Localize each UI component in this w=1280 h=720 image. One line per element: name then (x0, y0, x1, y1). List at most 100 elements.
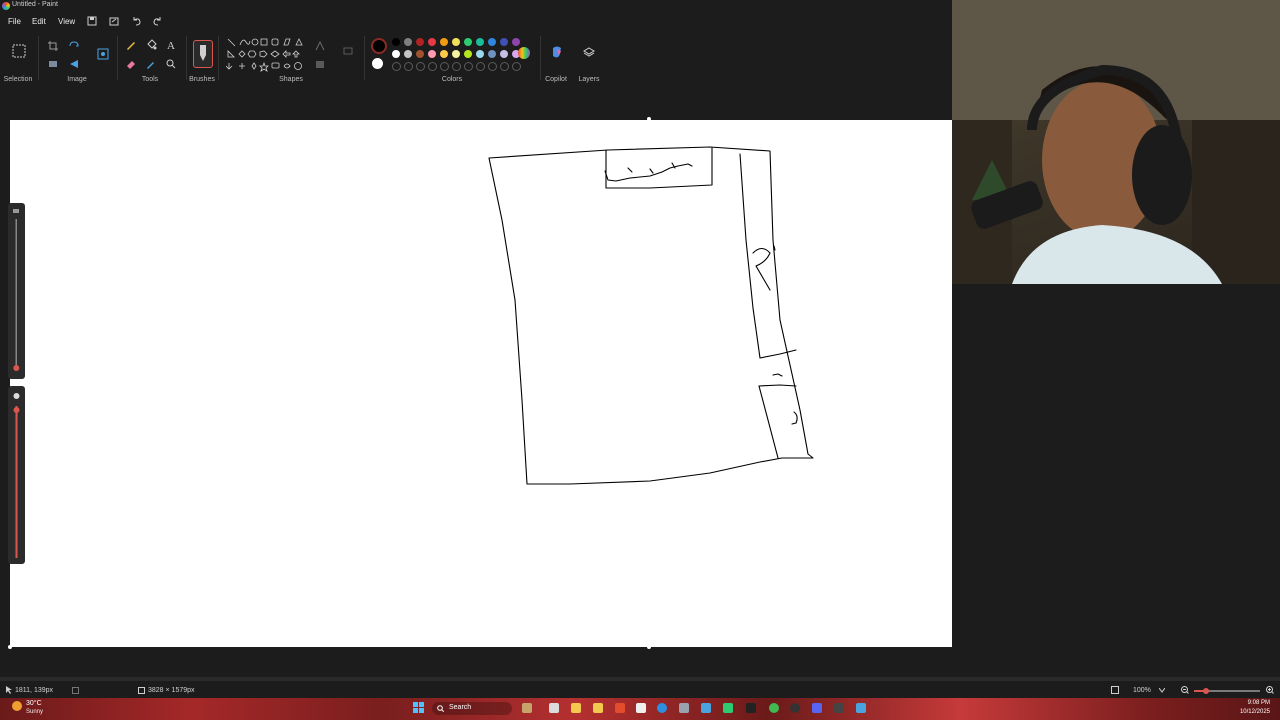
taskbar-search[interactable]: Search (432, 702, 512, 715)
chevron-down-icon[interactable] (1159, 688, 1165, 693)
sketch-drawing (488, 146, 814, 485)
weather-temp: 30°C (26, 700, 42, 707)
terminal-icon[interactable] (746, 703, 756, 713)
color-swatch[interactable] (404, 50, 412, 58)
folder-icon[interactable] (593, 703, 603, 713)
store-icon[interactable] (636, 703, 646, 713)
color-swatch[interactable] (500, 38, 508, 46)
redo-icon[interactable] (151, 15, 163, 27)
custom-color-slot[interactable] (392, 62, 401, 71)
menu-file[interactable]: File (8, 17, 21, 26)
color-swatch[interactable] (392, 50, 400, 58)
edit-colors-icon[interactable] (517, 46, 531, 60)
paint-taskbar-icon[interactable] (856, 703, 866, 713)
spotify-icon[interactable] (769, 703, 779, 713)
resize-handle-top[interactable] (647, 117, 651, 121)
shapes-gallery[interactable] (226, 37, 306, 75)
weather-icon[interactable] (10, 700, 24, 712)
menu-view[interactable]: View (58, 17, 75, 26)
color-swatch[interactable] (428, 38, 436, 46)
secondary-color-swatch[interactable] (372, 58, 383, 69)
zoom-out-icon[interactable] (1181, 686, 1189, 694)
settings-icon[interactable] (679, 703, 689, 713)
zoom-in-icon[interactable] (1266, 686, 1274, 694)
shape-fill-icon[interactable] (314, 58, 326, 70)
status-bar: 1811, 139px 3828 × 1579px 100% (0, 681, 1280, 698)
resize-handle-bottom[interactable] (647, 645, 651, 649)
copilot-icon[interactable] (550, 45, 564, 59)
color-swatch[interactable] (440, 38, 448, 46)
cursor-icon (6, 686, 12, 694)
drawing-canvas[interactable] (10, 120, 952, 647)
xbox-icon[interactable] (723, 703, 733, 713)
color-swatch[interactable] (428, 50, 436, 58)
webcam-person-image (952, 0, 1280, 284)
fit-to-window-icon[interactable] (1111, 686, 1119, 694)
magnifier-icon[interactable] (165, 58, 177, 70)
color-picker-icon[interactable] (145, 58, 157, 70)
custom-color-slot[interactable] (512, 62, 521, 71)
task-view-icon[interactable] (522, 703, 532, 713)
color-swatch[interactable] (476, 38, 484, 46)
color-swatch[interactable] (440, 50, 448, 58)
image-remove-bg-icon[interactable] (96, 47, 110, 61)
custom-color-slot[interactable] (464, 62, 473, 71)
brush-size-slider[interactable] (8, 203, 25, 379)
zoom-level[interactable]: 100% (1133, 687, 1151, 694)
color-swatch[interactable] (392, 38, 400, 46)
rotate-icon[interactable] (68, 40, 80, 52)
menu-edit[interactable]: Edit (32, 17, 46, 26)
color-swatch[interactable] (452, 50, 460, 58)
paint-app-icon (2, 2, 10, 10)
color-swatch[interactable] (464, 38, 472, 46)
custom-color-slot[interactable] (500, 62, 509, 71)
color-swatch[interactable] (404, 38, 412, 46)
discord-icon[interactable] (812, 703, 822, 713)
color-swatch[interactable] (512, 38, 520, 46)
fill-bucket-icon[interactable] (145, 39, 157, 51)
opacity-slider[interactable] (8, 386, 25, 564)
windows-start-icon[interactable] (413, 702, 424, 713)
share-icon[interactable] (108, 15, 120, 27)
color-swatch[interactable] (464, 50, 472, 58)
brush-button[interactable] (193, 40, 213, 68)
shape-outline-icon[interactable] (314, 40, 326, 52)
custom-color-slot[interactable] (440, 62, 449, 71)
zoom-slider[interactable] (1194, 688, 1260, 694)
pencil-icon[interactable] (125, 39, 137, 51)
color-swatch[interactable] (416, 50, 424, 58)
layers-icon[interactable] (583, 46, 595, 58)
color-swatch[interactable] (416, 38, 424, 46)
color-swatch[interactable] (488, 50, 496, 58)
custom-color-slot[interactable] (404, 62, 413, 71)
custom-color-slot[interactable] (428, 62, 437, 71)
color-swatch[interactable] (500, 50, 508, 58)
eraser-icon[interactable] (125, 58, 137, 70)
color-swatch[interactable] (476, 50, 484, 58)
save-icon[interactable] (86, 15, 98, 27)
steam-icon[interactable] (701, 703, 711, 713)
edge-browser-icon[interactable] (657, 703, 667, 713)
text-icon[interactable]: A (165, 39, 177, 51)
obs-icon[interactable] (790, 703, 800, 713)
clock-date[interactable]: 10/12/2025 (1232, 709, 1270, 715)
taskbar-app2-icon[interactable] (834, 703, 844, 713)
color-swatch[interactable] (488, 38, 496, 46)
custom-color-slot[interactable] (476, 62, 485, 71)
custom-color-slot[interactable] (452, 62, 461, 71)
selection-icon[interactable] (12, 44, 26, 58)
file-explorer-icon[interactable] (571, 703, 581, 713)
primary-color-swatch[interactable] (371, 38, 387, 54)
taskbar-app-icon[interactable] (549, 703, 559, 713)
clock-time[interactable]: 9:08 PM (1240, 700, 1270, 706)
resize-icon[interactable] (47, 58, 59, 70)
undo-icon[interactable] (131, 15, 143, 27)
brave-browser-icon[interactable] (615, 703, 625, 713)
shape-more-icon[interactable] (342, 45, 354, 57)
resize-handle-corner[interactable] (8, 645, 12, 649)
flip-icon[interactable] (68, 58, 80, 70)
custom-color-slot[interactable] (416, 62, 425, 71)
color-swatch[interactable] (452, 38, 460, 46)
custom-color-slot[interactable] (488, 62, 497, 71)
crop-icon[interactable] (47, 40, 59, 52)
